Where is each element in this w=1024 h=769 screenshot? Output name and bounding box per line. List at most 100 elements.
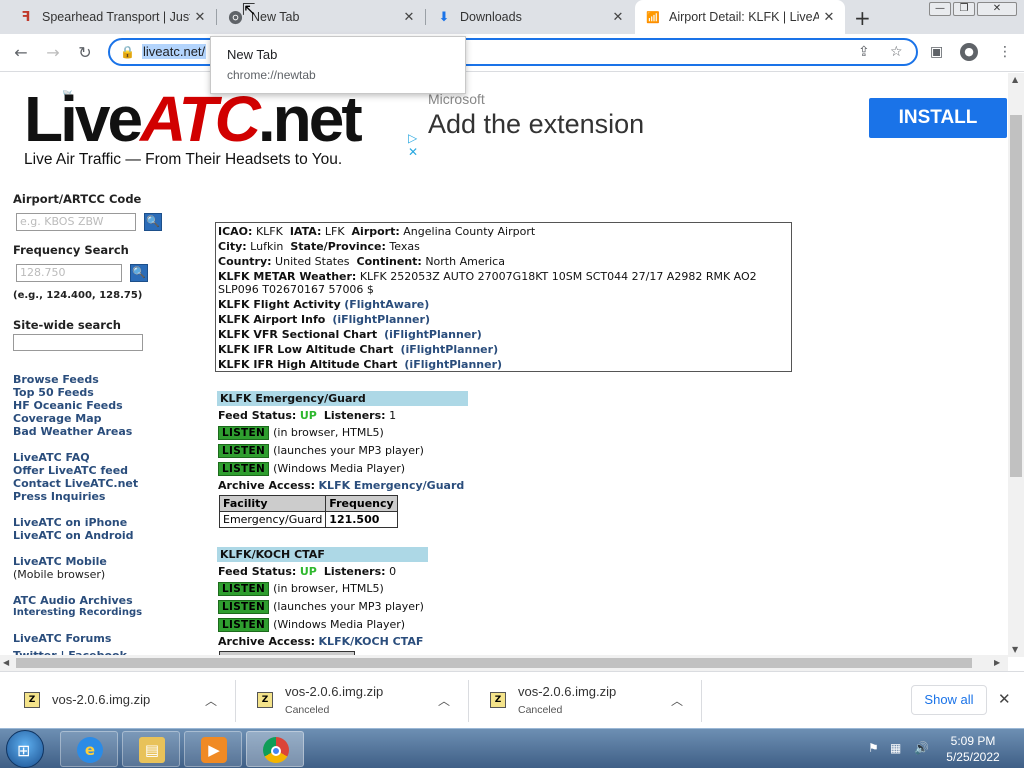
scroll-up-icon[interactable]: ▲ [1012,75,1018,84]
back-icon[interactable]: ← [10,42,32,64]
nav-contact[interactable]: Contact LiveATC.net [13,477,138,490]
reload-icon[interactable]: ↻ [74,42,96,64]
info-row-metar: KLFK METAR Weather: KLFK 252053Z AUTO 27… [218,270,757,283]
listen-wmp-button[interactable]: LISTEN [218,462,270,476]
airport-code-input[interactable]: e.g. KBOS ZBW [16,213,136,231]
minimize-button[interactable]: — [929,2,951,16]
ifr-high-link[interactable]: (iFlightPlanner) [404,358,502,371]
chevron-up-icon[interactable]: ︿ [671,692,683,709]
zip-file-icon: Z [257,692,273,708]
table-header: Frequency [325,495,398,512]
tab-airport-detail[interactable]: 📶 Airport Detail: KLFK | LiveA ✕ [635,0,845,34]
close-icon[interactable]: ✕ [190,10,210,25]
nav-faq[interactable]: LiveATC FAQ [13,451,90,464]
ad-headline: Add the extension [428,109,645,139]
scroll-left-icon[interactable]: ◀ [3,658,9,667]
airport-info-link[interactable]: (iFlightPlanner) [332,313,430,326]
url-text[interactable]: liveatc.net/ [142,44,207,59]
archive-link[interactable]: KLFK Emergency/Guard [319,479,465,492]
flightaware-link[interactable]: (FlightAware) [344,298,429,311]
archive-link[interactable]: KLFK/KOCH CTAF [319,635,424,648]
download-icon: ⬇ [438,9,450,25]
close-icon[interactable]: ✕ [608,10,628,25]
side-panel-icon[interactable]: ▣ [930,44,943,60]
adchoices-icon[interactable]: ▷ ✕ [408,131,418,159]
download-item[interactable]: Z vos-2.0.6.img.zip Canceled ︿ [237,680,469,722]
listener-count: 0 [389,565,397,578]
profile-avatar-icon[interactable]: ● [960,43,978,61]
mouse-cursor-icon: ⇱ [242,0,256,19]
window-close-button[interactable]: ✕ [977,2,1017,16]
nav-coverage-map[interactable]: Coverage Map [13,412,102,425]
listen-row: LISTEN (Windows Media Player) [218,618,405,632]
system-clock[interactable]: 5:09 PM 5/25/2022 [940,733,1006,765]
download-item[interactable]: Z vos-2.0.6.img.zip Canceled ︿ [470,680,702,722]
listen-html5-button[interactable]: LISTEN [218,426,270,440]
volume-icon[interactable]: 🔊 [914,741,929,755]
feed-status-row: Feed Status: UP Listeners: 1 [218,409,397,422]
info-row-country: Country: United States Continent: North … [218,255,505,268]
nav-android[interactable]: LiveATC on Android [13,529,134,542]
start-button[interactable]: ⊞ [6,730,44,768]
close-icon[interactable]: ✕ [819,10,839,25]
info-row-ifr-low: KLFK IFR Low Altitude Chart (iFlightPlan… [218,343,499,356]
nav-mobile[interactable]: LiveATC Mobile [13,555,107,568]
nav-top-50-feeds[interactable]: Top 50 Feeds [13,386,94,399]
nav-forums[interactable]: LiveATC Forums [13,632,111,645]
taskbar-media-player[interactable]: ▶ [184,731,242,767]
nav-hf-oceanic-feeds[interactable]: HF Oceanic Feeds [13,399,123,412]
close-icon[interactable]: ✕ [399,10,419,25]
scroll-down-icon[interactable]: ▼ [1012,645,1018,654]
tab-hover-tooltip: New Tab chrome://newtab [210,36,466,94]
taskbar-chrome[interactable] [246,731,304,767]
network-icon[interactable]: ▦ [890,741,901,755]
nav-browse-feeds[interactable]: Browse Feeds [13,373,99,386]
site-search-input[interactable] [13,334,143,351]
info-row-ifr-high: KLFK IFR High Altitude Chart (iFlightPla… [218,358,503,371]
horizontal-scrollbar[interactable]: ◀ ▶ [0,655,1008,671]
scroll-thumb[interactable] [1010,115,1022,477]
listen-mp3-button[interactable]: LISTEN [218,444,270,458]
tab-spearhead[interactable]: ꟻ Spearhead Transport | Just ✕ [0,0,216,34]
forward-icon[interactable]: → [42,42,64,64]
airport-search-button[interactable]: 🔍 [144,213,162,231]
nav-bad-weather[interactable]: Bad Weather Areas [13,425,132,438]
folder-icon: ▤ [139,737,165,763]
tab-downloads[interactable]: ⬇ Downloads ✕ [426,0,634,34]
clock-time: 5:09 PM [950,734,996,748]
close-download-bar-icon[interactable]: ✕ [998,690,1011,708]
taskbar-file-explorer[interactable]: ▤ [122,731,180,767]
ifr-low-link[interactable]: (iFlightPlanner) [400,343,498,356]
chevron-up-icon[interactable]: ︿ [205,692,217,709]
listen-mp3-button[interactable]: LISTEN [218,600,270,614]
nav-press[interactable]: Press Inquiries [13,490,105,503]
liveatc-logo[interactable]: 📡 LiveATC.net Live Air Traffic — From Th… [24,83,384,173]
download-item[interactable]: Z vos-2.0.6.img.zip ︿ [4,680,236,722]
listen-wmp-button[interactable]: LISTEN [218,618,270,632]
new-tab-button[interactable]: + [854,6,871,30]
action-center-icon[interactable]: ⚑ [868,741,879,755]
ad-banner[interactable]: ▷ ✕ Microsoft Add the extension INSTALL [408,87,1008,163]
share-icon[interactable]: ⇪ [858,44,870,60]
menu-kebab-icon[interactable]: ⋮ [998,44,1012,60]
frequency-search-button[interactable]: 🔍 [130,264,148,282]
nav-offer-feed[interactable]: Offer LiveATC feed [13,464,128,477]
bookmark-star-icon[interactable]: ☆ [890,44,903,60]
scroll-thumb[interactable] [16,658,972,668]
nav-audio-archives[interactable]: ATC Audio Archives [13,594,133,607]
vertical-scrollbar[interactable]: ▲ ▼ [1008,73,1024,657]
vfr-chart-link[interactable]: (iFlightPlanner) [384,328,482,341]
listen-html5-button[interactable]: LISTEN [218,582,270,596]
nav-interesting-recordings[interactable]: Interesting Recordings [13,607,142,618]
chevron-up-icon[interactable]: ︿ [438,692,450,709]
spearhead-icon: ꟻ [21,9,31,25]
tab-title: Airport Detail: KLFK | LiveA [669,10,819,24]
nav-iphone[interactable]: LiveATC on iPhone [13,516,127,529]
frequency-input[interactable]: 128.750 [16,264,122,282]
show-all-downloads-button[interactable]: Show all [911,685,987,715]
taskbar-internet-explorer[interactable]: e [60,731,118,767]
listen-row: LISTEN (in browser, HTML5) [218,582,384,596]
restore-button[interactable]: ❐ [953,2,975,16]
ad-install-button[interactable]: INSTALL [869,98,1007,138]
scroll-right-icon[interactable]: ▶ [994,658,1000,667]
